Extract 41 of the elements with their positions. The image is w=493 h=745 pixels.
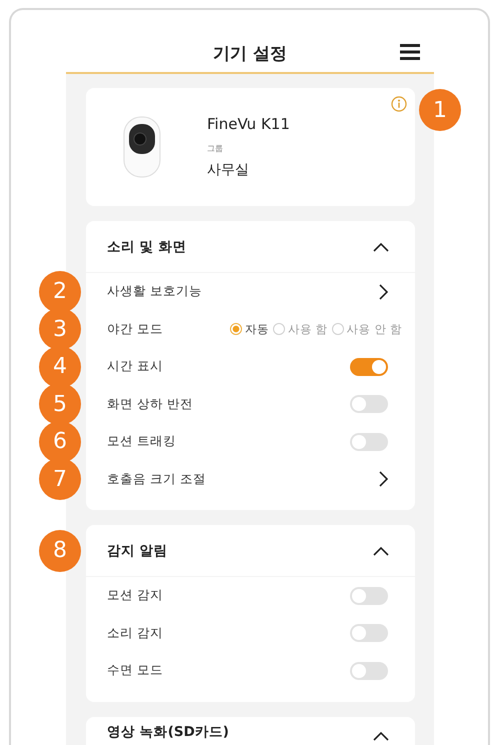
info-icon[interactable]: [391, 96, 407, 112]
radio-button[interactable]: [332, 323, 344, 336]
setting-label: 수면 모드: [107, 662, 163, 680]
setting-label: 시간 표시: [107, 358, 163, 376]
toggle-switch[interactable]: [350, 432, 388, 451]
annotation-marker: 3: [39, 308, 81, 350]
toggle-switch[interactable]: [350, 358, 388, 376]
toggle-switch[interactable]: [350, 662, 388, 680]
toggle-switch[interactable]: [350, 624, 388, 642]
annotation-marker: 1: [419, 89, 461, 131]
toggle-switch[interactable]: [350, 395, 388, 414]
section-title: 영상 녹화(SD카드): [107, 722, 229, 740]
chevron-right-icon[interactable]: [378, 471, 388, 488]
radio-button[interactable]: [230, 323, 242, 336]
setting-label: 야간 모드: [107, 320, 163, 338]
page-title: 기기 설정: [213, 42, 287, 64]
group-label: 그룹: [207, 143, 224, 154]
section-title: 감지 알림: [107, 542, 168, 560]
annotation-marker: 5: [39, 383, 81, 426]
setting-label: 사생활 보호기능: [107, 283, 202, 300]
chevron-up-icon[interactable]: [373, 546, 389, 556]
chevron-up-icon[interactable]: [373, 242, 389, 252]
setting-label: 모션 감지: [107, 587, 163, 604]
device-name: FineVu K11: [207, 115, 290, 133]
radio-button[interactable]: [273, 323, 286, 336]
group-name: 사무실: [207, 161, 250, 179]
annotation-marker: 2: [39, 270, 81, 313]
setting-label: 호출음 크기 조절: [107, 470, 206, 488]
setting-label: 소리 감지: [107, 624, 163, 642]
setting-label: 화면 상하 반전: [107, 396, 193, 413]
chevron-up-icon[interactable]: [373, 730, 389, 740]
annotation-marker: 7: [39, 458, 81, 500]
chevron-right-icon[interactable]: [378, 284, 388, 300]
radio-label[interactable]: 자동: [245, 322, 270, 337]
toggle-switch[interactable]: [350, 586, 388, 605]
menu-icon[interactable]: [400, 44, 420, 60]
annotation-marker: 6: [39, 420, 81, 463]
annotation-marker: 8: [39, 530, 81, 572]
section-title: 소리 및 화면: [107, 238, 186, 256]
annotation-marker: 4: [39, 346, 81, 388]
setting-label: 모션 트래킹: [107, 433, 176, 450]
